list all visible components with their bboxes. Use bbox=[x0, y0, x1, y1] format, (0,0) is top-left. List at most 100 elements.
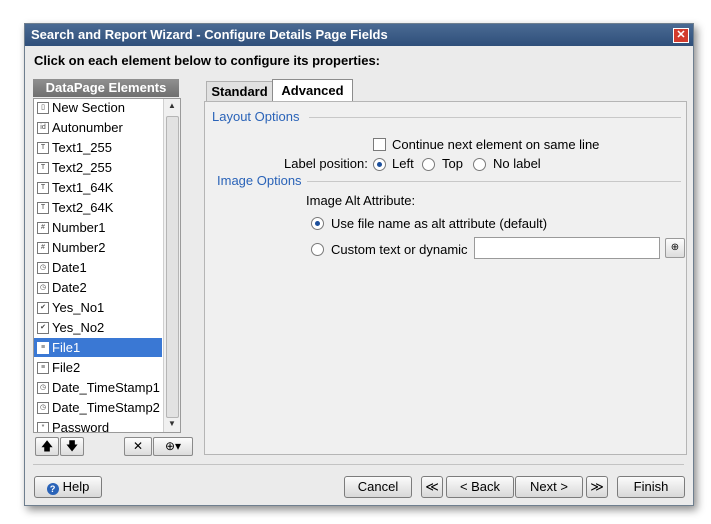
help-button[interactable]: ? Help bbox=[34, 476, 102, 498]
scroll-up-arrow-icon[interactable]: ▲ bbox=[167, 101, 177, 111]
datapage-elements-list[interactable]: * Password ◷ Date_TimeStamp2 ◷ Date_TimeStamp… bbox=[33, 98, 181, 433]
element-list-item-label: Text2_64K bbox=[52, 200, 114, 215]
label-position-none-label: No label bbox=[493, 156, 541, 171]
window-title: Search and Report Wizard - Configure Det… bbox=[31, 27, 388, 42]
use-filename-label: Use file name as alt attribute (default) bbox=[331, 216, 548, 231]
element-list-item[interactable]: ◷ Date1 bbox=[34, 258, 162, 277]
element-list-item[interactable]: ≡ File1 bbox=[34, 338, 162, 357]
datapage-elements-header: DataPage Elements bbox=[33, 79, 179, 97]
datapage-elements-panel: DataPage Elements * Password ◷ Date_TimeSta… bbox=[33, 79, 193, 456]
help-button-label: Help bbox=[62, 479, 90, 494]
element-list-item[interactable]: T Text2_255 bbox=[34, 158, 162, 177]
file-field-icon: ≡ bbox=[37, 342, 49, 354]
label-position-none-radio[interactable] bbox=[473, 158, 486, 171]
date-field-icon: ◷ bbox=[37, 262, 49, 274]
checkbox-field-icon: ✔ bbox=[37, 302, 49, 314]
next-button[interactable]: Next > bbox=[515, 476, 583, 498]
file-field-icon: ≡ bbox=[37, 362, 49, 374]
memo-field-icon: T bbox=[37, 202, 49, 214]
timestamp-field-icon: ◷ bbox=[37, 402, 49, 414]
instruction-text: Click on each element below to configure… bbox=[34, 53, 381, 68]
last-page-button[interactable]: ≫ bbox=[586, 476, 608, 498]
element-list-item[interactable]: T Text2_64K bbox=[34, 198, 162, 217]
label-position-left-label: Left bbox=[392, 156, 414, 171]
image-options-divider bbox=[307, 181, 681, 182]
element-list-item[interactable]: ▯ New Section bbox=[34, 99, 162, 117]
footer-divider bbox=[33, 464, 684, 465]
layout-options-divider bbox=[309, 117, 681, 118]
timestamp-field-icon: ◷ bbox=[37, 382, 49, 394]
insert-element-icon: ⊕▾ bbox=[164, 439, 182, 453]
scroll-down-arrow-icon[interactable]: ▼ bbox=[167, 419, 177, 429]
tab-advanced[interactable]: Advanced bbox=[272, 79, 353, 102]
delete-icon: ✕ bbox=[132, 439, 144, 453]
label-position-label: Label position: bbox=[284, 156, 368, 171]
tab-standard[interactable]: Standard bbox=[206, 81, 273, 102]
memo-field-icon: T bbox=[37, 182, 49, 194]
element-list-item-label: Text2_255 bbox=[52, 160, 112, 175]
layout-options-heading: Layout Options bbox=[212, 109, 300, 124]
element-list-item[interactable]: * Password bbox=[34, 418, 162, 433]
element-list-item-label: File2 bbox=[52, 360, 81, 375]
element-list-item-label: Password bbox=[52, 420, 110, 433]
element-list-item[interactable]: ◷ Date_TimeStamp2 bbox=[34, 398, 162, 417]
advanced-tab-panel: Layout Options Continue next element on … bbox=[204, 101, 687, 455]
number-field-icon: # bbox=[37, 222, 49, 234]
custom-text-radio[interactable] bbox=[311, 243, 324, 256]
checkbox-field-icon: ✔ bbox=[37, 322, 49, 334]
element-list-item[interactable]: T Text1_255 bbox=[34, 138, 162, 157]
custom-text-label: Custom text or dynamic bbox=[331, 242, 468, 257]
image-options-heading: Image Options bbox=[217, 173, 302, 188]
element-list-item[interactable]: ✔ Yes_No2 bbox=[34, 318, 162, 337]
continue-same-line-checkbox[interactable] bbox=[373, 138, 386, 151]
insert-field-icon: ⊕ bbox=[670, 242, 680, 253]
insert-element-dropdown[interactable]: ⊕▾ bbox=[153, 437, 193, 456]
element-list-item-label: Yes_No1 bbox=[52, 300, 105, 315]
continue-same-line-label: Continue next element on same line bbox=[392, 137, 600, 152]
element-list-item[interactable]: ✔ Yes_No1 bbox=[34, 298, 162, 317]
delete-element-button[interactable]: ✕ bbox=[124, 437, 152, 456]
element-list-item[interactable]: id Autonumber bbox=[34, 118, 162, 137]
scrollbar-thumb[interactable] bbox=[166, 116, 179, 418]
elements-scrollbar[interactable]: ▲ ▼ bbox=[163, 99, 180, 432]
element-list-item[interactable]: ≡ File2 bbox=[34, 358, 162, 377]
close-icon[interactable]: ✕ bbox=[673, 28, 689, 43]
help-icon: ? bbox=[46, 483, 59, 495]
element-list-item[interactable]: T Text1_64K bbox=[34, 178, 162, 197]
finish-button[interactable]: Finish bbox=[617, 476, 685, 498]
password-field-icon: * bbox=[37, 422, 49, 432]
element-list-item-label: Autonumber bbox=[52, 120, 123, 135]
element-list-item[interactable]: # Number1 bbox=[34, 218, 162, 237]
back-button[interactable]: < Back bbox=[446, 476, 514, 498]
autonumber-icon: id bbox=[37, 122, 49, 134]
insert-field-button[interactable]: ⊕ bbox=[665, 238, 685, 258]
text-field-icon: T bbox=[37, 142, 49, 154]
element-list-item-label: Text1_64K bbox=[52, 180, 114, 195]
move-down-button[interactable]: 🡇 bbox=[60, 437, 84, 456]
first-page-button[interactable]: ≪ bbox=[421, 476, 443, 498]
element-list-item-label: Number2 bbox=[52, 240, 106, 255]
element-list-item-label: Yes_No2 bbox=[52, 320, 105, 335]
title-bar: Search and Report Wizard - Configure Det… bbox=[25, 24, 693, 46]
element-list-item-label: Date2 bbox=[52, 280, 87, 295]
date-field-icon: ◷ bbox=[37, 282, 49, 294]
elements-toolbar: 🡅 🡇 ✕ ⊕▾ bbox=[33, 437, 193, 456]
arrow-down-icon: 🡇 bbox=[65, 439, 79, 453]
element-list-item[interactable]: ◷ Date2 bbox=[34, 278, 162, 297]
custom-alt-text-input[interactable] bbox=[474, 237, 660, 259]
label-position-top-radio[interactable] bbox=[422, 158, 435, 171]
element-list-item-label: Date_TimeStamp1 bbox=[52, 380, 160, 395]
label-position-top-label: Top bbox=[442, 156, 463, 171]
element-list-item-label: New Section bbox=[52, 100, 125, 115]
element-list-item-label: Date_TimeStamp2 bbox=[52, 400, 160, 415]
element-list-item-label: Text1_255 bbox=[52, 140, 112, 155]
use-filename-radio[interactable] bbox=[311, 217, 324, 230]
move-up-button[interactable]: 🡅 bbox=[35, 437, 59, 456]
arrow-up-icon: 🡅 bbox=[40, 439, 54, 453]
label-position-left-radio[interactable] bbox=[373, 158, 386, 171]
element-list-item[interactable]: # Number2 bbox=[34, 238, 162, 257]
element-list-item-label: Date1 bbox=[52, 260, 87, 275]
cancel-button[interactable]: Cancel bbox=[344, 476, 412, 498]
element-list-item[interactable]: ◷ Date_TimeStamp1 bbox=[34, 378, 162, 397]
number-field-icon: # bbox=[37, 242, 49, 254]
